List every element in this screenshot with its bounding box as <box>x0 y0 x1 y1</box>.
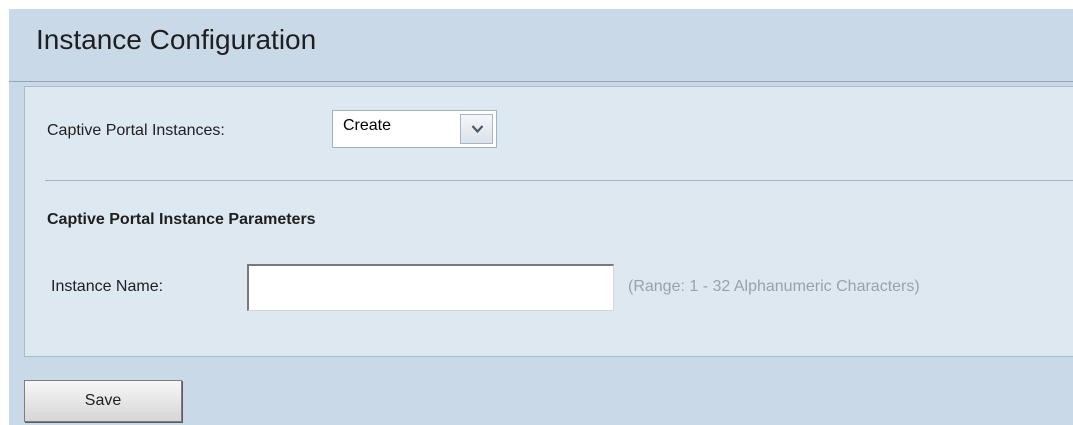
title-divider <box>9 81 1073 82</box>
instance-name-range-hint: (Range: 1 - 32 Alphanumeric Characters) <box>628 278 920 295</box>
captive-portal-instances-label: Captive Portal Instances: <box>47 122 225 139</box>
select-dropdown-button[interactable] <box>460 114 493 144</box>
instance-parameters-heading: Captive Portal Instance Parameters <box>47 211 316 228</box>
page-title: Instance Configuration <box>36 24 317 55</box>
captive-portal-instances-selected-value: Create <box>343 117 392 134</box>
captive-portal-instances-select[interactable]: Create <box>332 110 497 148</box>
instance-configuration-panel: Captive Portal Instances: Create Captive… <box>24 86 1073 357</box>
instance-name-label: Instance Name: <box>51 278 164 295</box>
chevron-down-icon <box>471 125 484 134</box>
page: Instance Configuration Captive Portal In… <box>0 0 1073 425</box>
save-button[interactable]: Save <box>24 380 182 422</box>
section-divider <box>45 180 1073 181</box>
instance-name-input[interactable] <box>247 264 614 311</box>
